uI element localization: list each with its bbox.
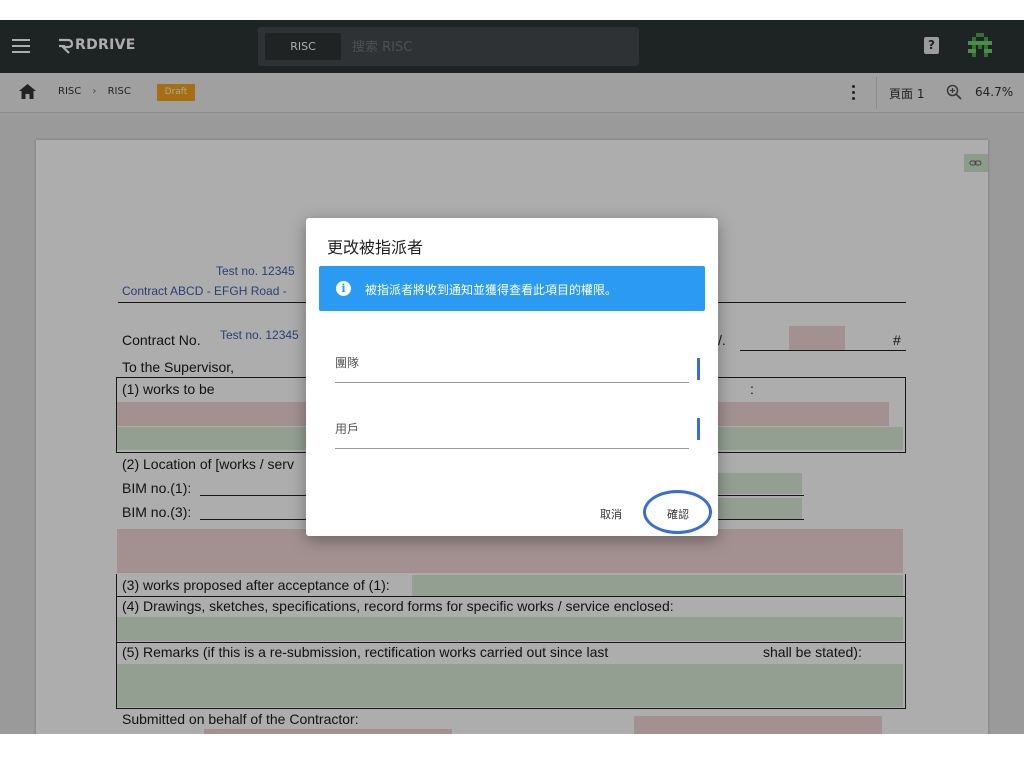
cancel-button[interactable]: 取消 — [600, 506, 622, 522]
info-text: 被指派者將收到通知並獲得查看此項目的權限。 — [365, 283, 618, 297]
user-scroll-handle[interactable] — [697, 418, 700, 440]
info-banner: i 被指派者將收到通知並獲得查看此項目的權限。 — [319, 266, 705, 311]
info-icon: i — [336, 281, 351, 296]
team-input[interactable] — [335, 344, 689, 383]
confirm-button[interactable]: 確認 — [655, 506, 701, 522]
team-scroll-handle[interactable] — [697, 358, 700, 380]
change-assignee-dialog: 更改被指派者 i 被指派者將收到通知並獲得查看此項目的權限。 團隊 用戶 取消 … — [306, 218, 718, 536]
user-input[interactable] — [335, 410, 689, 449]
dialog-title: 更改被指派者 — [327, 238, 424, 257]
